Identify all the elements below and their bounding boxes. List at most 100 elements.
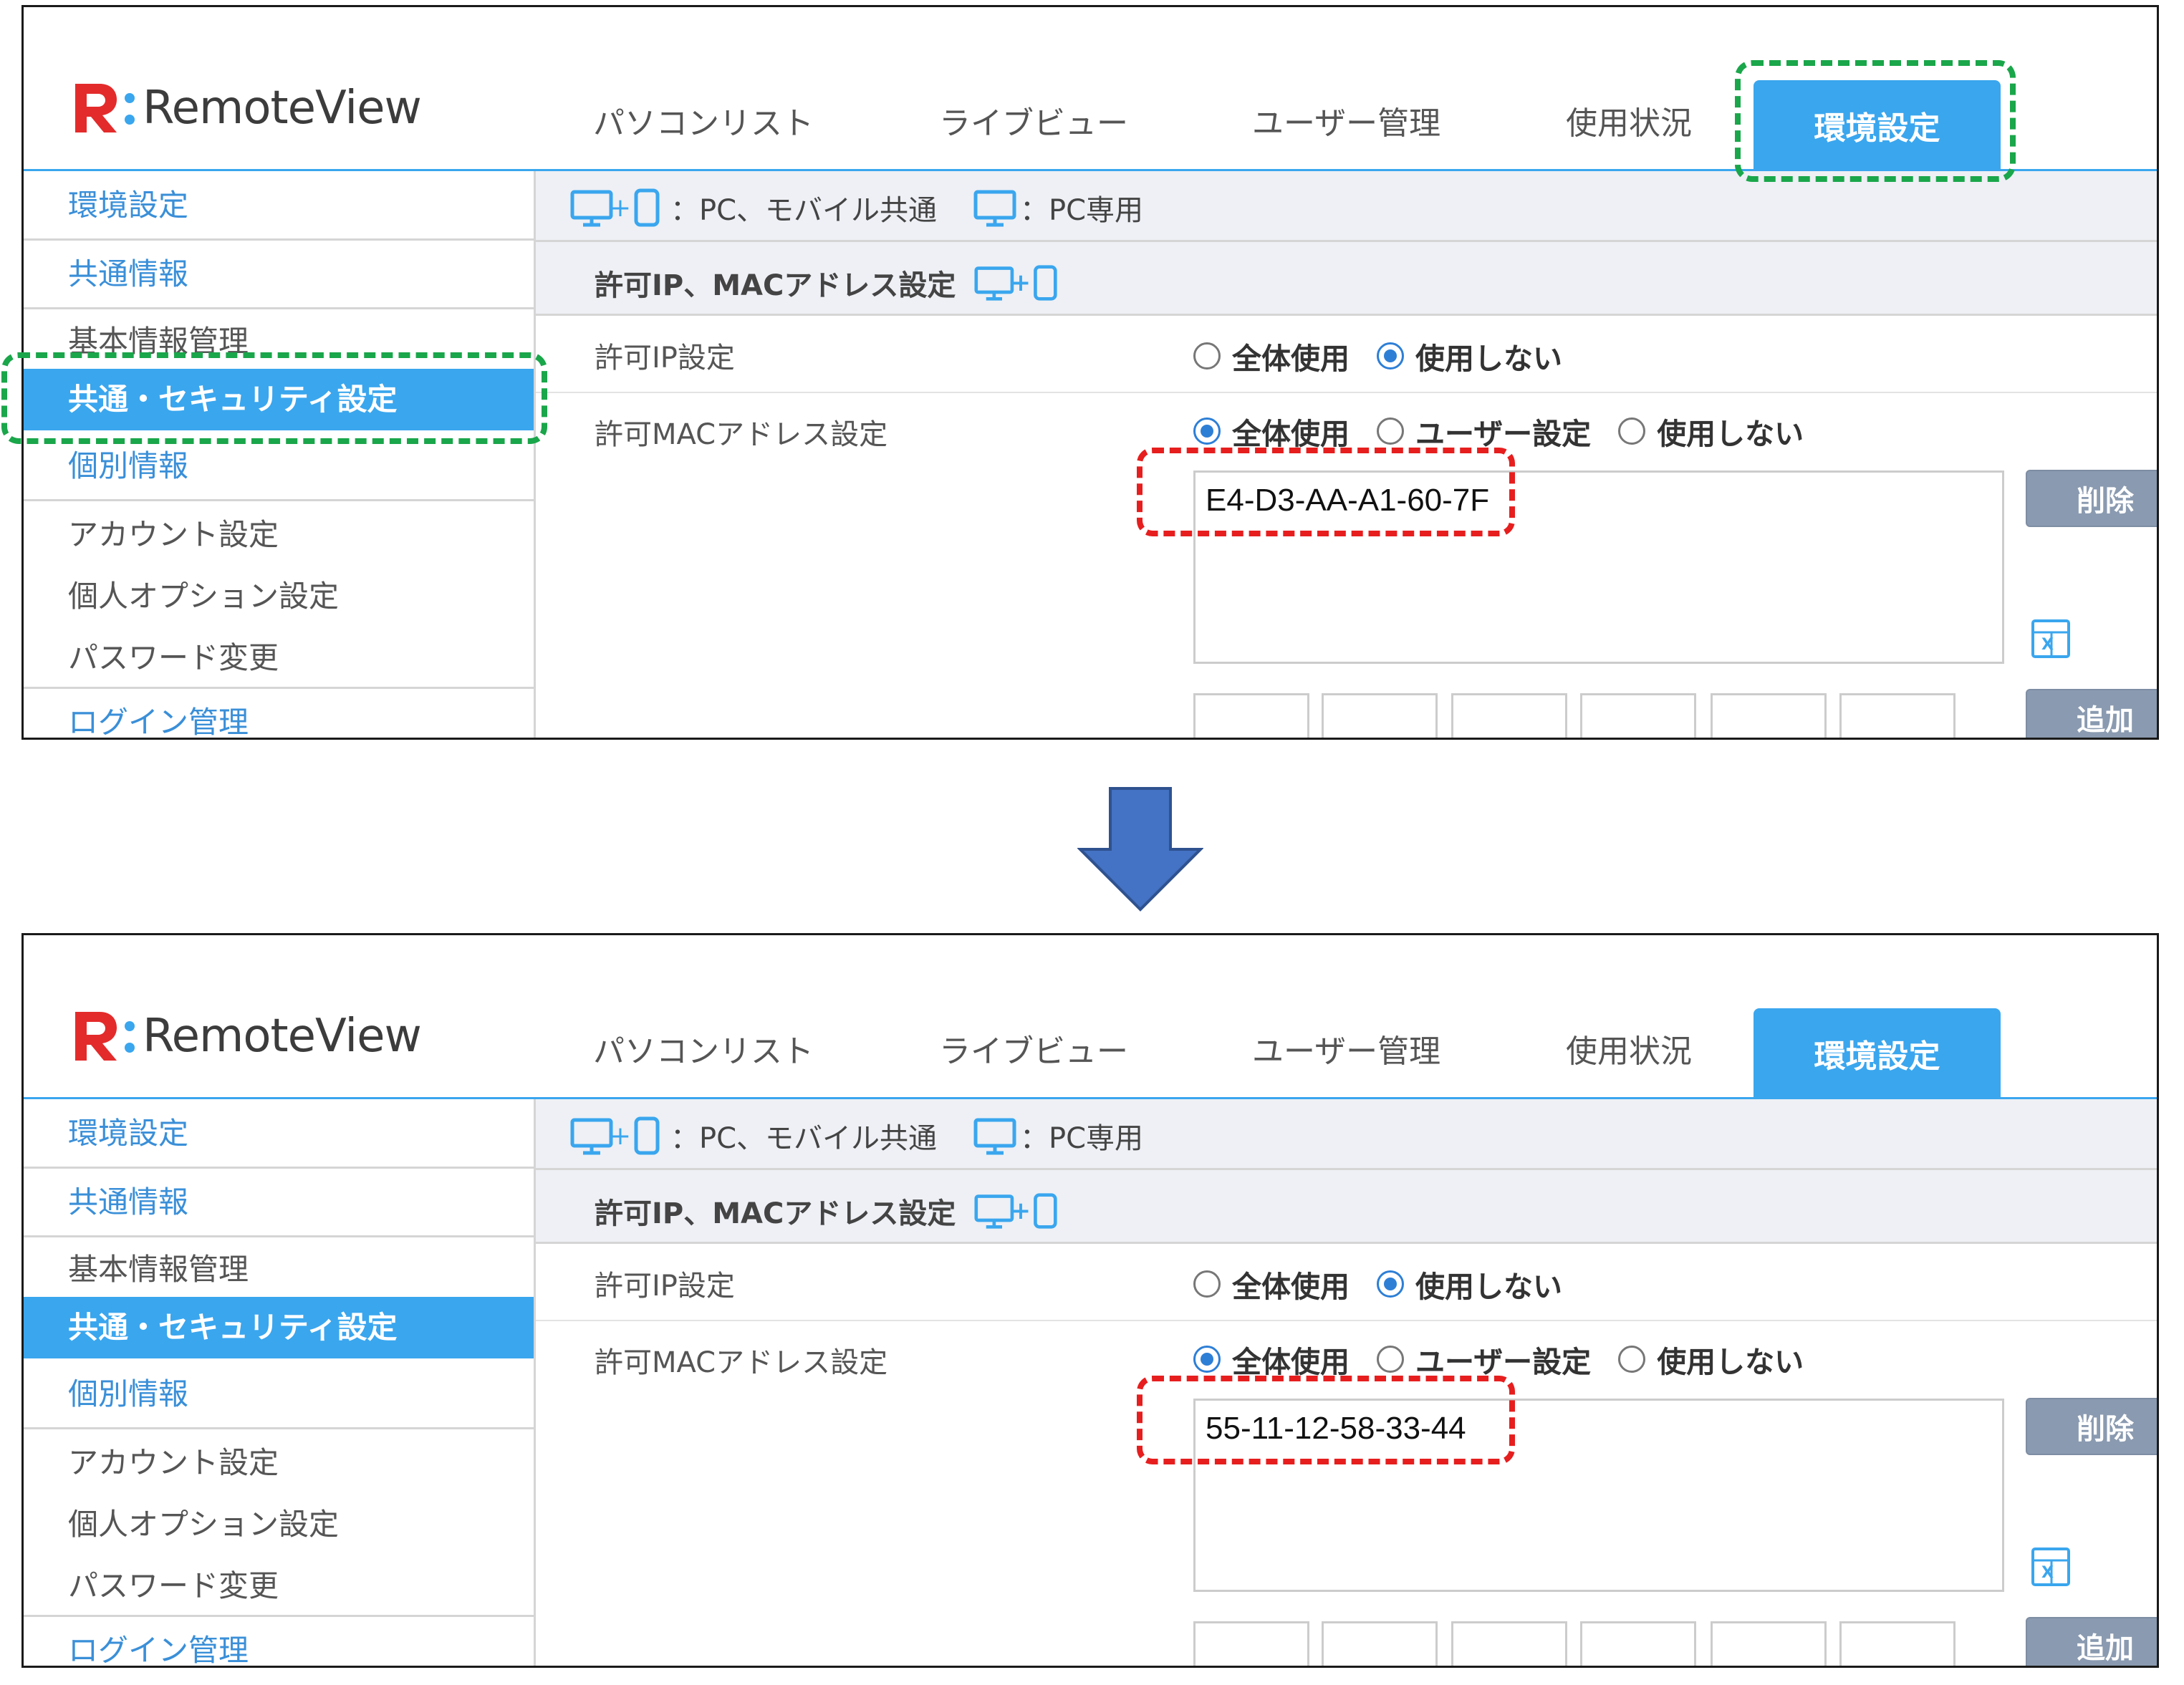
nav-usage-status[interactable]: 使用状況 [1566,1025,1692,1071]
radio-ip-none[interactable] [1377,1270,1404,1298]
delete-button[interactable]: 削除 [2026,1398,2157,1455]
radio-mac-user[interactable] [1377,1346,1404,1373]
mac-octet-input[interactable] [1711,693,1827,738]
mac-address-list[interactable]: 55-11-12-58-33-44 [1193,1399,2004,1592]
radio-mac-user[interactable] [1377,417,1404,445]
sidebar-item-common-info[interactable]: 共通情報 [24,250,534,294]
nav-user-management[interactable]: ユーザー管理 [1252,97,1440,143]
radio-ip-all[interactable] [1193,1270,1221,1298]
mac-octet-input[interactable] [1193,693,1309,738]
sidebar-item-settings[interactable]: 環境設定 [24,181,534,225]
section-header: 許可IP、MACアドレス設定 + [536,1170,2157,1244]
sidebar-divider [24,1615,534,1617]
main-content: + ：PC、モバイル共通 ：PC専用 許可IP、MACアドレス設定 + 許可IP… [536,171,2157,738]
legend-pc-only-text: ：PC専用 [1020,194,1144,227]
sidebar-item-personal-options[interactable]: 個人オプション設定 [24,572,534,616]
pc-mobile-icon: + [974,265,1057,301]
sidebar-item-individual-info[interactable]: 個別情報 [24,1370,534,1414]
sidebar-divider [24,687,534,689]
nav-user-management[interactable]: ユーザー管理 [1252,1025,1440,1071]
sidebar-item-common-info[interactable]: 共通情報 [24,1178,534,1222]
nav-pc-list[interactable]: パソコンリスト [593,1025,814,1071]
mac-octet-input[interactable] [1193,1621,1309,1666]
nav-settings[interactable]: 環境設定 [1754,80,2001,170]
mac-octet-input[interactable] [1839,1621,1956,1666]
mac-octet-input[interactable] [1322,693,1438,738]
sidebar-item-account[interactable]: アカウント設定 [24,511,534,554]
ip-setting-label: 許可IP設定 [595,342,735,375]
mac-octet-input[interactable] [1580,1621,1696,1666]
legend-shared: + ：PC、モバイル共通 [570,187,937,228]
legend-pc-only-text: ：PC専用 [1020,1122,1144,1155]
sidebar-divider [24,1167,534,1169]
sidebar-item-security[interactable]: 共通・セキュリティ設定 [24,1297,534,1358]
sidebar-item-password[interactable]: パスワード変更 [24,634,534,677]
down-arrow-icon [1077,787,1203,912]
excel-import-icon[interactable]: X [2030,1546,2073,1589]
radio-mac-none-label: 使用しない [1657,1345,1804,1379]
delete-button[interactable]: 削除 [2026,470,2157,527]
nav-live-view[interactable]: ライブビュー [939,97,1128,143]
mac-octet-input[interactable] [1839,693,1956,738]
sidebar-item-account[interactable]: アカウント設定 [24,1439,534,1482]
radio-ip-none-label: 使用しない [1415,1270,1562,1304]
mac-octet-input[interactable] [1322,1621,1438,1666]
radio-mac-none[interactable] [1618,1346,1646,1373]
mac-address-value[interactable]: 55-11-12-58-33-44 [1206,1411,1466,1447]
sidebar-divider [24,238,534,241]
pc-icon [973,190,1016,227]
main-content: + ：PC、モバイル共通 ：PC専用 許可IP、MACアドレス設定 + 許可IP… [536,1099,2157,1666]
sidebar: 環境設定 共通情報 基本情報管理 共通・セキュリティ設定 個別情報 アカウント設… [24,171,536,738]
radio-mac-all[interactable] [1193,1346,1221,1373]
sidebar-item-basic-info[interactable]: 基本情報管理 [24,317,534,361]
mac-octet-input[interactable] [1451,693,1567,738]
device-legend: + ：PC、モバイル共通 ：PC専用 [536,171,2157,242]
radio-mac-user-label: ユーザー設定 [1415,1345,1592,1379]
sidebar-item-personal-options[interactable]: 個人オプション設定 [24,1500,534,1544]
section-title: 許可IP、MACアドレス設定 [595,1197,956,1230]
row-divider [536,1320,2157,1321]
mac-setting-label: 許可MACアドレス設定 [595,1346,888,1379]
mac-octet-input[interactable] [1580,693,1696,738]
sidebar-item-security[interactable]: 共通・セキュリティ設定 [24,369,534,430]
ip-setting-label: 許可IP設定 [595,1270,735,1303]
sidebar-item-individual-info[interactable]: 個別情報 [24,442,534,486]
row-divider [536,392,2157,393]
sidebar-item-password[interactable]: パスワード変更 [24,1562,534,1606]
radio-ip-all-label: 全体使用 [1232,1270,1350,1304]
nav-settings[interactable]: 環境設定 [1754,1008,2001,1099]
logo: RemoteView [71,76,422,140]
nav-usage-status[interactable]: 使用状況 [1566,97,1692,143]
sidebar-item-login-management[interactable]: ログイン管理 [24,1626,534,1666]
radio-mac-all[interactable] [1193,417,1221,445]
mac-setting-radios: 全体使用 ユーザー設定 使用しない [1193,1338,1831,1381]
sidebar-divider [24,1427,534,1429]
screenshot-after: RemoteView パソコンリスト ライブビュー ユーザー管理 使用状況 環境… [21,933,2159,1668]
legend-shared-text: ：PC、モバイル共通 [670,1122,938,1155]
logo: RemoteView [71,1004,422,1068]
pc-mobile-icon: + [570,188,660,227]
legend-shared: + ：PC、モバイル共通 [570,1115,937,1157]
nav-live-view[interactable]: ライブビュー [939,1025,1128,1071]
svg-text:+: + [610,193,631,223]
sidebar-item-settings[interactable]: 環境設定 [24,1109,534,1153]
nav-pc-list[interactable]: パソコンリスト [593,97,814,143]
logo-text: RemoteView [143,82,422,135]
mac-octet-input[interactable] [1711,1621,1827,1666]
excel-import-icon[interactable]: X [2030,618,2073,661]
add-button[interactable]: 追加 [2026,1617,2157,1666]
radio-mac-none[interactable] [1618,417,1646,445]
radio-ip-none[interactable] [1377,342,1404,370]
sidebar-item-basic-info[interactable]: 基本情報管理 [24,1245,534,1289]
mac-address-list[interactable]: E4-D3-AA-A1-60-7F [1193,470,2004,664]
pc-icon [973,1118,1016,1155]
sidebar-item-login-management[interactable]: ログイン管理 [24,698,534,738]
mac-octet-input[interactable] [1451,1621,1567,1666]
logo-text: RemoteView [143,1010,422,1063]
add-button[interactable]: 追加 [2026,689,2157,738]
mac-address-value[interactable]: E4-D3-AA-A1-60-7F [1206,483,1489,518]
remoteview-logo-icon [75,84,135,132]
radio-ip-all[interactable] [1193,342,1221,370]
radio-ip-all-label: 全体使用 [1232,342,1350,376]
ip-setting-radios: 全体使用 使用しない [1193,1262,1589,1305]
